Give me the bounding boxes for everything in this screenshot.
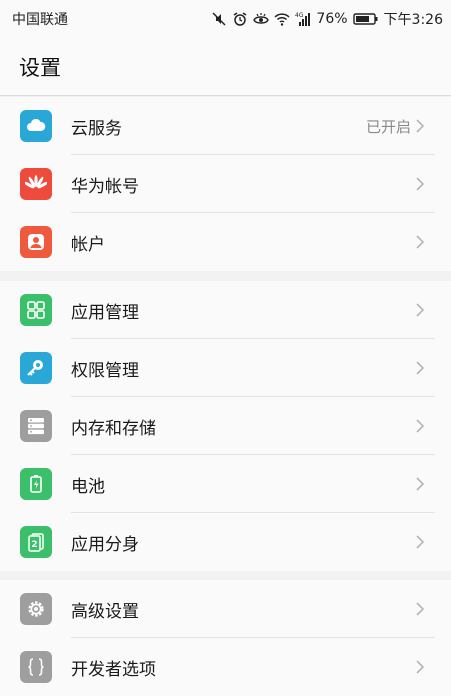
chevron-right-icon <box>415 176 431 192</box>
settings-item-label: 权限管理 <box>71 360 139 381</box>
settings-group-account: 云服务 已开启 华为帐号 帐户 <box>0 97 451 271</box>
settings-item-permissions[interactable]: 权限管理 <box>0 339 451 397</box>
status-bar: 中国联通 4G 76% 下午3:26 <box>0 0 451 38</box>
settings-item-label: 华为帐号 <box>71 176 139 197</box>
network-type-label: 4G <box>295 12 304 19</box>
huawei-logo-icon <box>20 168 52 200</box>
chevron-right-icon <box>415 534 431 550</box>
braces-icon <box>20 651 52 683</box>
settings-item-battery[interactable]: 电池 <box>0 455 451 513</box>
chevron-right-icon <box>415 659 431 675</box>
page-title-bar: 设置 <box>0 38 451 96</box>
alarm-icon <box>232 11 248 27</box>
chevron-right-icon <box>415 476 431 492</box>
status-icons: 4G 76% 下午3:26 <box>211 9 443 29</box>
svg-text:2: 2 <box>31 540 37 550</box>
settings-item-app-twin[interactable]: 2 应用分身 <box>0 513 451 571</box>
settings-group-advanced: 高级设置 开发者选项 <box>0 580 451 696</box>
settings-item-accounts[interactable]: 帐户 <box>0 213 451 271</box>
page-title: 设置 <box>19 55 61 80</box>
settings-item-label: 应用分身 <box>71 534 139 555</box>
settings-item-label: 开发者选项 <box>71 659 156 680</box>
app-twin-icon: 2 <box>20 526 52 558</box>
carrier-name: 中国联通 <box>12 12 68 28</box>
wifi-icon <box>274 11 290 27</box>
battery-icon <box>20 468 52 500</box>
cloud-icon <box>20 110 52 142</box>
chevron-right-icon <box>415 418 431 434</box>
settings-item-advanced[interactable]: 高级设置 <box>0 580 451 638</box>
battery-percent: 76% <box>316 11 348 27</box>
settings-item-huawei-account[interactable]: 华为帐号 <box>0 155 451 213</box>
settings-item-label: 云服务 <box>71 118 122 139</box>
settings-item-label: 高级设置 <box>71 601 139 622</box>
chevron-right-icon <box>415 601 431 617</box>
chevron-right-icon <box>415 302 431 318</box>
gear-icon <box>20 593 52 625</box>
chevron-right-icon <box>415 118 431 134</box>
mute-icon <box>211 11 227 27</box>
chevron-right-icon <box>415 234 431 250</box>
clock: 下午3:26 <box>383 12 443 28</box>
chevron-right-icon <box>415 360 431 376</box>
settings-item-app-management[interactable]: 应用管理 <box>0 281 451 339</box>
eye-comfort-icon <box>253 11 270 27</box>
settings-group-apps: 应用管理 权限管理 内存和存储 电池 2 应用分身 <box>0 281 451 571</box>
settings-item-label: 内存和存储 <box>71 418 156 439</box>
battery-status-icon <box>352 11 379 27</box>
settings-item-label: 帐户 <box>71 234 105 255</box>
signal-icon: 4G <box>295 11 311 27</box>
settings-item-developer-options[interactable]: 开发者选项 <box>0 638 451 696</box>
storage-icon <box>20 410 52 442</box>
settings-item-storage[interactable]: 内存和存储 <box>0 397 451 455</box>
app-grid-icon <box>20 294 52 326</box>
settings-item-cloud[interactable]: 云服务 已开启 <box>0 97 451 155</box>
key-icon <box>20 352 52 384</box>
user-account-icon <box>20 226 52 258</box>
settings-item-label: 电池 <box>71 476 105 497</box>
settings-item-value: 已开启 <box>365 117 411 136</box>
settings-item-label: 应用管理 <box>71 302 139 323</box>
